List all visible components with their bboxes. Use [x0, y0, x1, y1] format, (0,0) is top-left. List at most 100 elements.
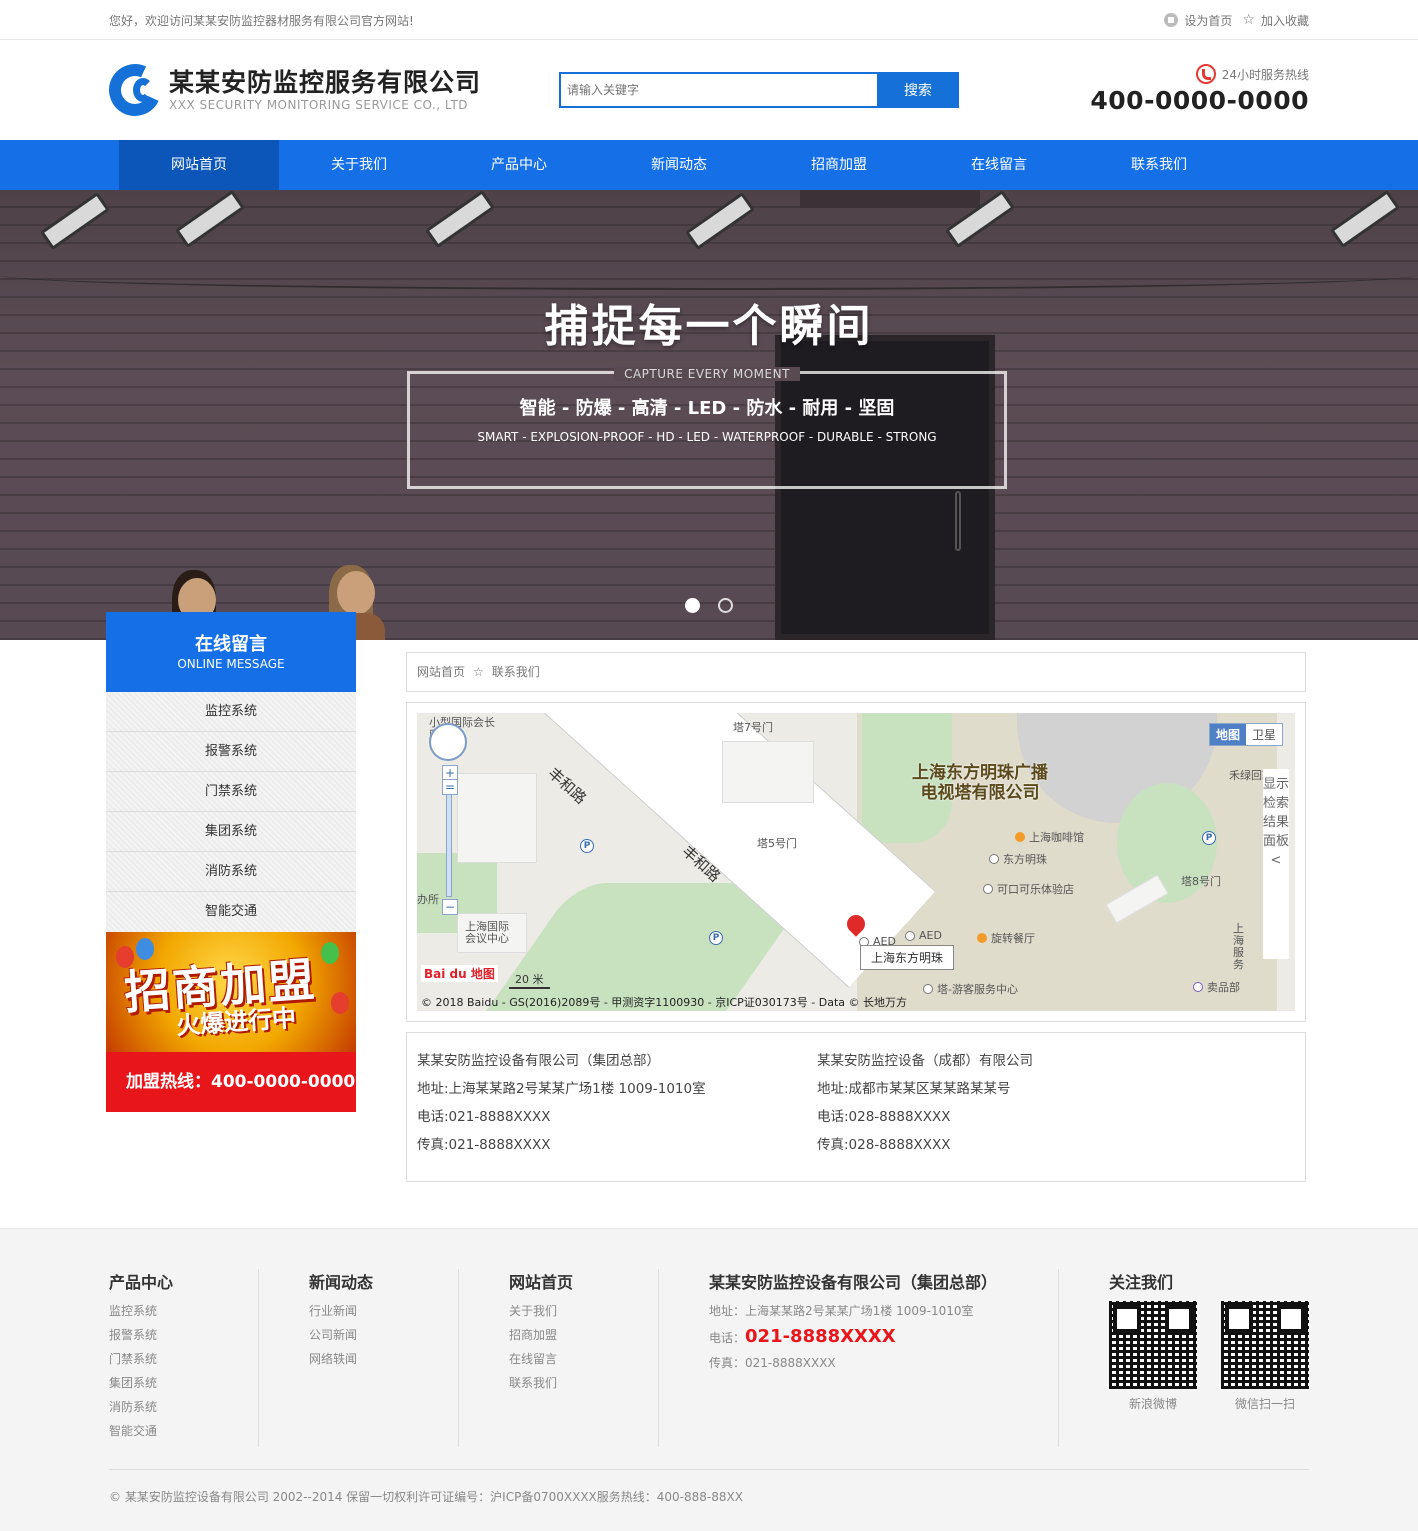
nav-franchise[interactable]: 招商加盟 — [759, 140, 919, 190]
footer-follow-title: 关注我们 — [1109, 1273, 1174, 1292]
address-hq-fax: 传真:021-8888XXXX — [417, 1137, 551, 1153]
map-road-label: 丰和路 — [544, 764, 590, 808]
qr-wechat-label: 微信扫一扫 — [1234, 1397, 1295, 1411]
map-poi-aed-2[interactable]: AED — [905, 929, 942, 942]
sidebar-list: 监控系统 报警系统 门禁系统 集团系统 消防系统 智能交通 — [106, 692, 356, 932]
map-results-panel-toggle[interactable]: 显示检索结果面板< — [1263, 769, 1289, 959]
camera-icon — [685, 191, 755, 251]
sidebar: 在线留言 ONLINE MESSAGE 监控系统 报警系统 门禁系统 集团系统 … — [106, 612, 356, 1112]
map-poi-coke[interactable]: 可口可乐体验店 — [983, 881, 1074, 897]
phone-icon — [1195, 64, 1216, 84]
sidebar-header: 在线留言 ONLINE MESSAGE — [106, 612, 356, 692]
map-type-satellite[interactable]: 卫星 — [1246, 724, 1282, 745]
hotline-number: 400-0000-0000 — [1090, 86, 1309, 115]
footer-tel-label: 电话： — [709, 1331, 746, 1345]
hotline-label: 24小时服务热线 — [1221, 67, 1309, 82]
hero-banner: 捕捉每一个瞬间 CAPTURE EVERY MOMENT 智能 - 防爆 - 高… — [0, 190, 1418, 640]
footer-link[interactable]: 消防系统 — [109, 1395, 258, 1419]
baidu-map[interactable]: 上海东方明珠广播 电视塔有限公司 丰和路 丰和路 塔7号门 塔5号门 塔8号门 … — [417, 713, 1295, 1011]
footer-col-home: 网站首页 关于我们 招商加盟 在线留言 联系我们 — [459, 1269, 659, 1447]
footer-link[interactable]: 网络轶闻 — [309, 1347, 458, 1371]
add-favorite-label: 加入收藏 — [1260, 13, 1309, 28]
banner-features: 智能 - 防爆 - 高清 - LED - 防水 - 耐用 - 坚固 — [519, 398, 895, 419]
top-bar: 您好，欢迎访问某某安防监控器材服务有限公司官方网站! 设为首页 ☆ 加入收藏 — [0, 0, 1418, 40]
breadcrumb-home[interactable]: 网站首页 — [417, 665, 465, 679]
sidebar-item-group[interactable]: 集团系统 — [106, 812, 356, 852]
footer-col-news: 新闻动态 行业新闻 公司新闻 网络轶闻 — [259, 1269, 459, 1447]
nav-message[interactable]: 在线留言 — [919, 140, 1079, 190]
contact-content: 网站首页 ☆ 联系我们 上海东方明珠广播 电视塔有限公司 丰和路 丰和路 塔7号… — [406, 652, 1306, 1182]
carousel-dot-2[interactable] — [718, 598, 733, 613]
footer-link[interactable]: 关于我们 — [509, 1299, 658, 1323]
company-name: 某某安防监控服务有限公司 — [169, 68, 482, 97]
sidebar-item-alarm[interactable]: 报警系统 — [106, 732, 356, 772]
sidebar-item-traffic[interactable]: 智能交通 — [106, 892, 356, 932]
search-input[interactable] — [559, 72, 877, 108]
footer-link[interactable]: 在线留言 — [509, 1347, 658, 1371]
carousel-dots — [685, 598, 733, 613]
sidebar-item-fire[interactable]: 消防系统 — [106, 852, 356, 892]
map-poi-rotate-label: 旋转餐厅 — [991, 932, 1035, 945]
qr-wechat[interactable]: 微信扫一扫 — [1221, 1301, 1309, 1412]
footer-link[interactable]: 招商加盟 — [509, 1323, 658, 1347]
footer-link[interactable]: 报警系统 — [109, 1323, 258, 1347]
map-pan-control[interactable] — [429, 723, 467, 761]
nav-about[interactable]: 关于我们 — [279, 140, 439, 190]
logo-icon — [101, 56, 169, 124]
carousel-dot-1[interactable] — [685, 598, 700, 613]
footer-link[interactable]: 门禁系统 — [109, 1347, 258, 1371]
banner-feature-box: CAPTURE EVERY MOMENT 智能 - 防爆 - 高清 - LED … — [407, 367, 1007, 489]
footer-link[interactable]: 联系我们 — [509, 1371, 658, 1395]
nav-news[interactable]: 新闻动态 — [599, 140, 759, 190]
map-poi-cafe[interactable]: 上海咖啡馆 — [1015, 829, 1084, 845]
map-poi-shop[interactable]: 卖品部 — [1193, 979, 1240, 995]
map-zoom-slider[interactable]: + = − — [442, 765, 458, 915]
parking-icon: P — [709, 931, 723, 945]
map-type-map[interactable]: 地图 — [1209, 724, 1246, 745]
sidebar-item-monitor[interactable]: 监控系统 — [106, 692, 356, 732]
map-poi-aed-2-label: AED — [919, 929, 942, 942]
map-gate-5: 塔5号门 — [757, 837, 797, 850]
footer-fax: 传真：021-8888XXXX — [709, 1356, 836, 1370]
map-gate-7: 塔7号门 — [733, 721, 773, 734]
map-poi-rotate[interactable]: 旋转餐厅 — [977, 930, 1035, 946]
footer-link[interactable]: 集团系统 — [109, 1371, 258, 1395]
footer-link[interactable]: 公司新闻 — [309, 1323, 458, 1347]
set-home-label: 设为首页 — [1184, 13, 1233, 28]
sidebar-title-en: ONLINE MESSAGE — [177, 657, 285, 671]
map-marker-label[interactable]: 上海东方明珠 — [860, 945, 955, 970]
wall-window — [800, 190, 980, 208]
franchise-promo-banner[interactable]: 招商加盟 火爆进行中 — [106, 932, 356, 1052]
zoom-out-button[interactable]: − — [442, 899, 458, 915]
footer-products-title: 产品中心 — [109, 1273, 174, 1292]
map-controls: + = − — [429, 723, 467, 915]
map-poi-center[interactable]: 塔-游客服务中心 — [923, 981, 1018, 997]
footer-link[interactable]: 行业新闻 — [309, 1299, 458, 1323]
search-button[interactable]: 搜索 — [877, 72, 959, 108]
qr-weibo[interactable]: 新浪微博 — [1109, 1301, 1197, 1412]
breadcrumb-current[interactable]: 联系我们 — [492, 665, 540, 679]
address-cd-fax: 传真:028-8888XXXX — [817, 1137, 951, 1153]
main-content: 在线留言 ONLINE MESSAGE 监控系统 报警系统 门禁系统 集团系统 … — [0, 612, 1418, 1228]
set-home-link[interactable]: 设为首页 — [1164, 12, 1232, 29]
footer-link[interactable]: 监控系统 — [109, 1299, 258, 1323]
map-poi-dfmz[interactable]: 东方明珠 — [989, 851, 1047, 867]
add-favorite-link[interactable]: ☆ 加入收藏 — [1242, 12, 1309, 29]
footer-home-title: 网站首页 — [509, 1273, 574, 1292]
franchise-hotline: 加盟热线：400-0000-0000 — [106, 1052, 356, 1112]
footer-address: 地址：上海某某路2号某某广场1楼 1009-1010室 — [709, 1304, 974, 1318]
footer-link[interactable]: 智能交通 — [109, 1419, 258, 1443]
hotline: 24小时服务热线 400-0000-0000 — [1090, 64, 1309, 115]
nav-contact[interactable]: 联系我们 — [1079, 140, 1239, 190]
breadcrumb: 网站首页 ☆ 联系我们 — [406, 652, 1306, 692]
nav-home[interactable]: 网站首页 — [119, 140, 279, 190]
logo[interactable]: 某某安防监控服务有限公司 XXX SECURITY MONITORING SER… — [101, 56, 559, 124]
sidebar-item-access[interactable]: 门禁系统 — [106, 772, 356, 812]
address-hq-name: 某某安防监控设备有限公司（集团总部） — [417, 1053, 660, 1069]
map-scale: 20 米 — [509, 971, 550, 989]
star-icon: ☆ — [473, 665, 484, 679]
star-icon: ☆ — [1242, 12, 1255, 28]
nav-products[interactable]: 产品中心 — [439, 140, 599, 190]
zoom-handle[interactable]: = — [442, 779, 458, 795]
footer-tel-number: 021-8888XXXX — [745, 1326, 896, 1347]
